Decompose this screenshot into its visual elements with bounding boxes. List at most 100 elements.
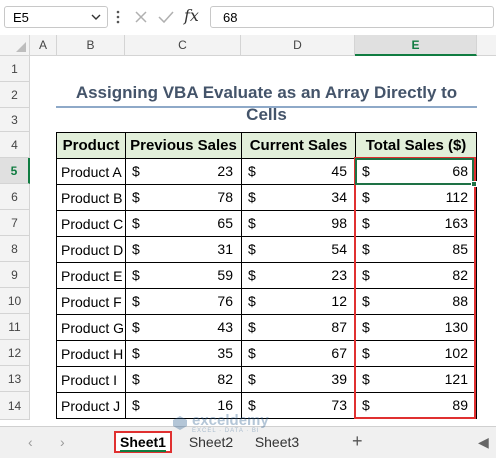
total-sales-cell[interactable]: $112 [355, 184, 477, 211]
row-header-8[interactable]: 8 [0, 236, 30, 262]
table-row: Product B $78 $34 $112 [56, 184, 477, 211]
currency-symbol: $ [362, 215, 370, 231]
total-sales-cell[interactable]: $89 [355, 392, 477, 419]
column-header-a[interactable]: A [30, 35, 57, 56]
amount-value: 112 [445, 189, 468, 205]
total-sales-cell[interactable]: $121 [355, 366, 477, 393]
product-cell[interactable]: Product H [56, 340, 126, 367]
total-sales-cell[interactable]: $88 [355, 288, 477, 315]
product-cell[interactable]: Product B [56, 184, 126, 211]
total-sales-cell[interactable]: $163 [355, 210, 477, 237]
amount-value: 87 [331, 319, 347, 335]
total-sales-cell[interactable]: $102 [355, 340, 477, 367]
total-sales-cell[interactable]: $130 [355, 314, 477, 341]
add-sheet-button[interactable]: + [352, 431, 363, 452]
curr-sales-cell[interactable]: $12 [241, 288, 356, 315]
product-cell[interactable]: Product C [56, 210, 126, 237]
row-header-5[interactable]: 5 [0, 158, 30, 184]
column-header-e[interactable]: E [355, 35, 477, 56]
fill-handle[interactable] [471, 181, 477, 187]
amount-value: 76 [217, 293, 233, 309]
header-current-sales[interactable]: Current Sales [241, 132, 356, 159]
curr-sales-cell[interactable]: $67 [241, 340, 356, 367]
tab-sheet1[interactable]: Sheet1 [114, 431, 172, 453]
more-options-icon[interactable] [116, 9, 120, 25]
amount-value: 73 [331, 397, 347, 413]
currency-symbol: $ [248, 345, 256, 361]
prev-sales-cell[interactable]: $65 [125, 210, 242, 237]
row-header-9[interactable]: 9 [0, 262, 30, 288]
table-row: Product F $76 $12 $88 [56, 288, 477, 315]
amount-value: 59 [217, 267, 233, 283]
formula-input[interactable]: 68 [210, 6, 494, 28]
enter-check-icon[interactable] [158, 10, 174, 24]
header-total-sales[interactable]: Total Sales ($) [355, 132, 477, 159]
row-header-12[interactable]: 12 [0, 340, 30, 366]
column-header-c[interactable]: C [125, 35, 241, 56]
row-header-2[interactable]: 2 [0, 82, 30, 108]
row-header-10[interactable]: 10 [0, 288, 30, 314]
prev-sales-cell[interactable]: $82 [125, 366, 242, 393]
product-cell[interactable]: Product F [56, 288, 126, 315]
name-box[interactable]: E5 [4, 6, 108, 28]
table-row: Product C $65 $98 $163 [56, 210, 477, 237]
row-header-7[interactable]: 7 [0, 210, 30, 236]
prev-sales-cell[interactable]: $59 [125, 262, 242, 289]
chevron-down-icon[interactable] [90, 11, 102, 23]
product-cell[interactable]: Product D [56, 236, 126, 263]
currency-symbol: $ [248, 215, 256, 231]
prev-sales-cell[interactable]: $76 [125, 288, 242, 315]
row-header-1[interactable]: 1 [0, 56, 30, 82]
product-cell[interactable]: Product E [56, 262, 126, 289]
product-cell[interactable]: Product I [56, 366, 126, 393]
next-sheet-icon[interactable]: › [60, 434, 65, 450]
header-previous-sales[interactable]: Previous Sales [125, 132, 242, 159]
curr-sales-cell[interactable]: $23 [241, 262, 356, 289]
prev-sales-cell[interactable]: $23 [125, 158, 242, 185]
amount-value: 82 [452, 267, 468, 283]
amount-value: 89 [452, 397, 468, 413]
column-header-f[interactable] [477, 35, 496, 56]
name-box-value: E5 [13, 10, 29, 25]
prev-sheet-icon[interactable]: ‹ [28, 434, 33, 450]
total-sales-cell[interactable]: $82 [355, 262, 477, 289]
column-header-b[interactable]: B [57, 35, 125, 56]
prev-sales-cell[interactable]: $43 [125, 314, 242, 341]
cancel-icon[interactable] [134, 10, 148, 24]
row-header-14[interactable]: 14 [0, 392, 30, 420]
table-header-row: Product Previous Sales Current Sales Tot… [56, 132, 477, 159]
curr-sales-cell[interactable]: $87 [241, 314, 356, 341]
select-all-corner[interactable] [0, 35, 30, 56]
curr-sales-cell[interactable]: $54 [241, 236, 356, 263]
curr-sales-cell[interactable]: $34 [241, 184, 356, 211]
curr-sales-cell[interactable]: $45 [241, 158, 356, 185]
amount-value: 78 [217, 189, 233, 205]
prev-sales-cell[interactable]: $31 [125, 236, 242, 263]
row-header-3[interactable]: 3 [0, 108, 30, 132]
insert-function-button[interactable]: fx [184, 6, 199, 25]
currency-symbol: $ [362, 319, 370, 335]
row-header-4[interactable]: 4 [0, 132, 30, 158]
header-product[interactable]: Product [56, 132, 126, 159]
row-header-11[interactable]: 11 [0, 314, 30, 340]
currency-symbol: $ [132, 319, 140, 335]
column-header-d[interactable]: D [241, 35, 355, 56]
sheet-title[interactable]: Assigning VBA Evaluate as an Array Direc… [56, 82, 477, 124]
row-header-13[interactable]: 13 [0, 366, 30, 392]
total-sales-cell[interactable]: $85 [355, 236, 477, 263]
amount-value: 45 [331, 163, 347, 179]
product-cell[interactable]: Product J [56, 392, 126, 419]
table-row: Product E $59 $23 $82 [56, 262, 477, 289]
prev-sales-cell[interactable]: $35 [125, 340, 242, 367]
product-cell[interactable]: Product A [56, 158, 126, 185]
currency-symbol: $ [132, 215, 140, 231]
scroll-left-icon[interactable]: ◀ [478, 434, 489, 451]
product-cell[interactable]: Product G [56, 314, 126, 341]
prev-sales-cell[interactable]: $78 [125, 184, 242, 211]
currency-symbol: $ [132, 163, 140, 179]
curr-sales-cell[interactable]: $98 [241, 210, 356, 237]
amount-value: 12 [331, 293, 347, 309]
amount-value: 85 [452, 241, 468, 257]
row-header-6[interactable]: 6 [0, 184, 30, 210]
curr-sales-cell[interactable]: $39 [241, 366, 356, 393]
